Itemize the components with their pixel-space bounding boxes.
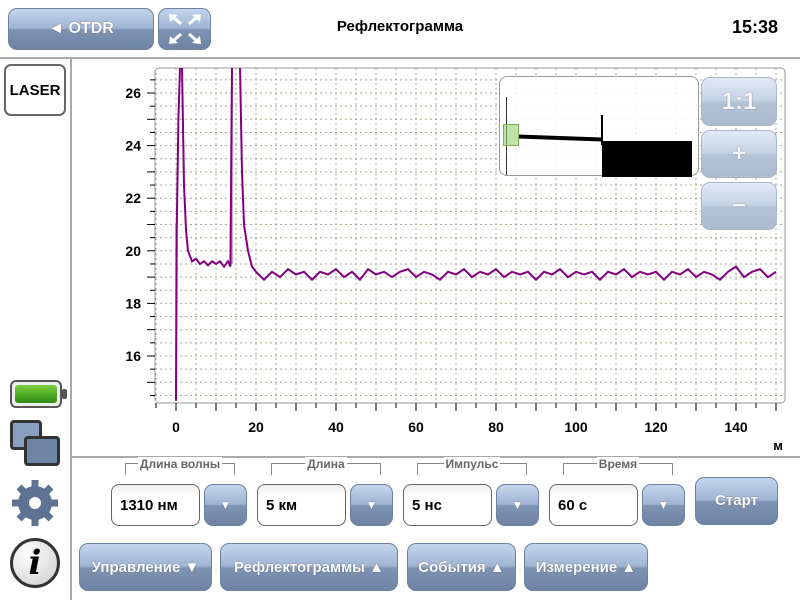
- settings-gear-icon[interactable]: [10, 478, 60, 528]
- wavelength-field[interactable]: 1310 нм: [111, 484, 200, 526]
- menu-events-button[interactable]: События ▲: [407, 543, 516, 591]
- length-field[interactable]: 5 км: [257, 484, 346, 526]
- pulse-field[interactable]: 5 нс: [403, 484, 492, 526]
- menu-measurement-button[interactable]: Измерение ▲: [524, 543, 648, 591]
- x-tick-label: 40: [328, 419, 344, 435]
- y-tick-label: 22: [125, 190, 141, 206]
- x-tick-label: 120: [644, 419, 668, 435]
- start-button[interactable]: Старт: [695, 477, 778, 525]
- minimap-viewport[interactable]: [503, 124, 519, 146]
- y-tick-label: 26: [125, 85, 141, 101]
- header-divider: [0, 57, 800, 59]
- x-tick-label: 80: [488, 419, 504, 435]
- y-tick-label: 24: [125, 138, 141, 154]
- menu-traces-button[interactable]: Рефлектограммы ▲: [220, 543, 398, 591]
- laser-button[interactable]: LASER: [4, 64, 66, 116]
- page-title: Рефлектограмма: [336, 18, 464, 35]
- battery-icon: [10, 380, 67, 408]
- time-label: Время: [596, 457, 640, 471]
- time-dropdown-button[interactable]: ▼: [642, 484, 685, 526]
- x-axis-unit: м: [773, 438, 783, 453]
- x-tick-label: 60: [408, 419, 424, 435]
- length-label: Длина: [305, 457, 347, 471]
- wavelength-label-frame: Длина волны: [125, 457, 235, 475]
- time-field[interactable]: 60 с: [549, 484, 638, 526]
- back-otdr-button[interactable]: ◄ OTDR: [8, 8, 154, 50]
- length-dropdown-button[interactable]: ▼: [350, 484, 393, 526]
- x-tick-label: 140: [724, 419, 748, 435]
- minimap-noise: [602, 141, 692, 177]
- pulse-dropdown-button[interactable]: ▼: [496, 484, 539, 526]
- time-label-frame: Время: [563, 457, 673, 475]
- y-tick-label: 20: [125, 243, 141, 259]
- x-tick-label: 20: [248, 419, 264, 435]
- clock: 15:38: [731, 17, 778, 37]
- wavelength-label: Длина волны: [137, 457, 223, 471]
- menu-control-button[interactable]: Управление ▼: [79, 543, 212, 591]
- length-label-frame: Длина: [271, 457, 381, 475]
- windows-icon[interactable]: [10, 420, 62, 470]
- wavelength-dropdown-button[interactable]: ▼: [204, 484, 247, 526]
- overview-minimap[interactable]: [499, 76, 699, 177]
- zoom-in-button[interactable]: +: [701, 130, 777, 178]
- info-icon[interactable]: i: [10, 538, 60, 588]
- expand-arrows-icon: [168, 14, 201, 44]
- zoom-reset-button[interactable]: 1:1: [701, 77, 777, 126]
- fullscreen-button[interactable]: [158, 8, 211, 50]
- y-tick-label: 16: [125, 348, 141, 364]
- y-tick-label: 18: [125, 295, 141, 311]
- x-tick-label: 0: [172, 419, 180, 435]
- pulse-label-frame: Импульс: [417, 457, 527, 475]
- pulse-label: Импульс: [443, 457, 501, 471]
- x-tick-label: 100: [564, 419, 588, 435]
- minimap-trace-left: [518, 134, 602, 142]
- zoom-out-button[interactable]: −: [701, 182, 777, 230]
